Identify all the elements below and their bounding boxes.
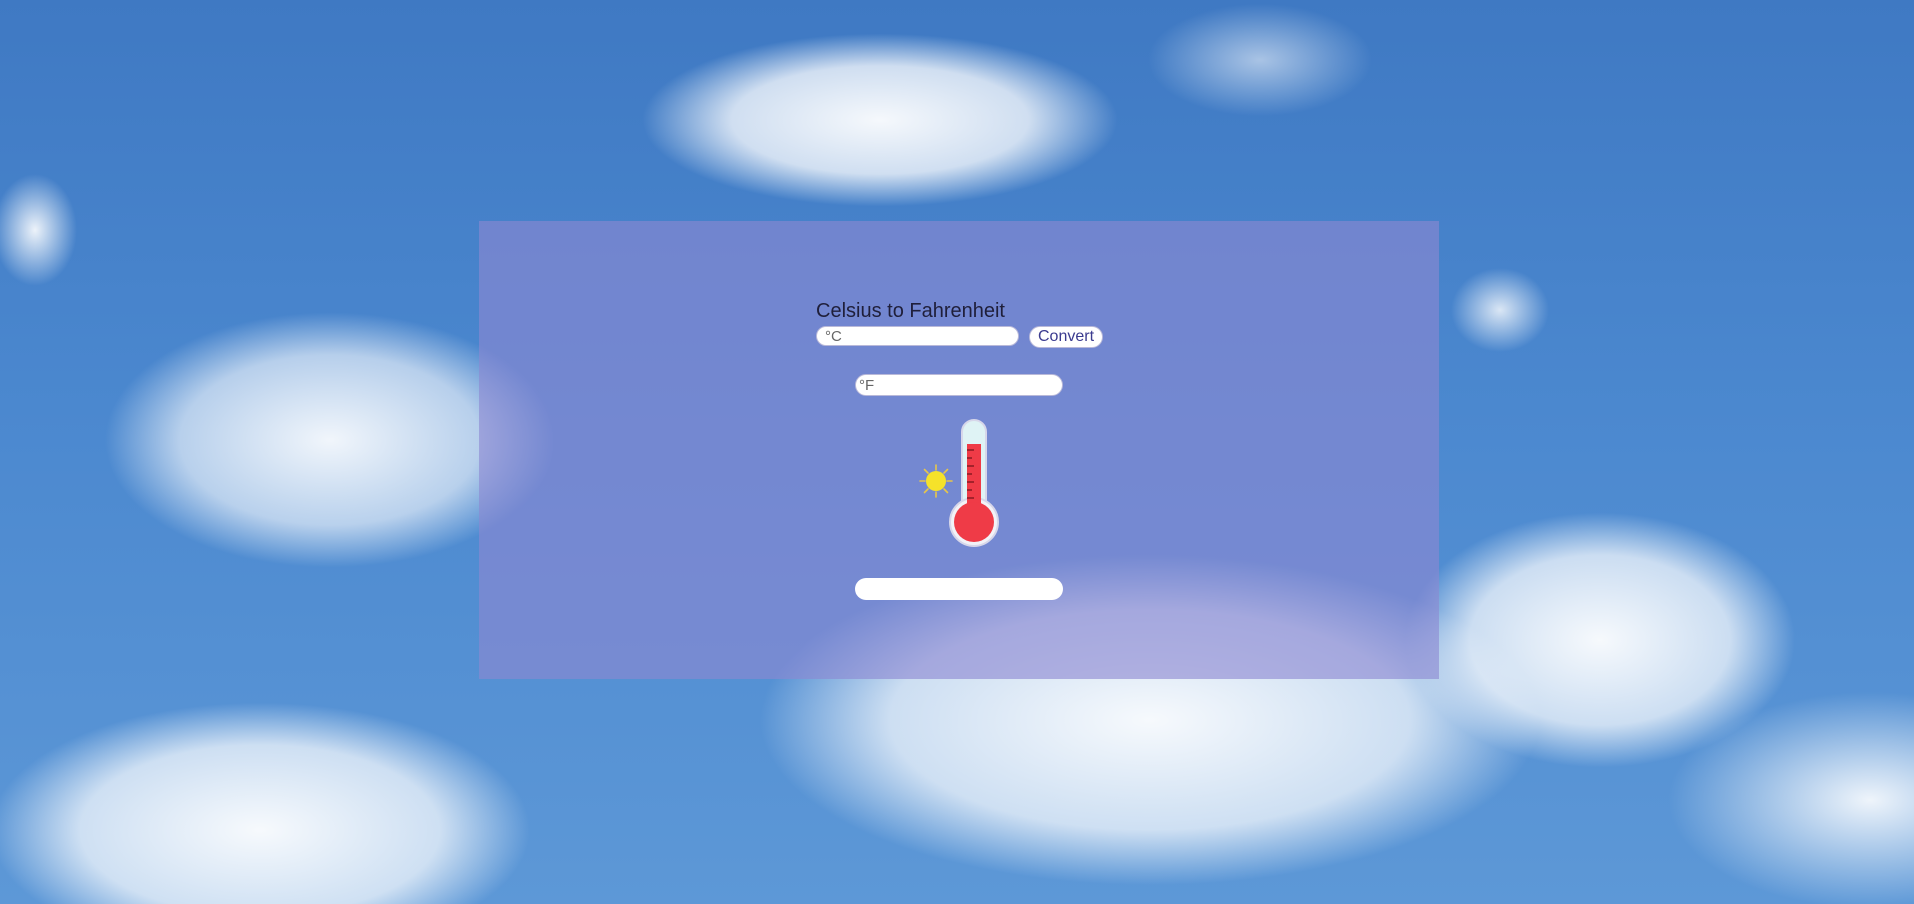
- celsius-input[interactable]: [816, 326, 1019, 346]
- page-title: Celsius to Fahrenheit: [816, 300, 1005, 322]
- sun-icon: [919, 464, 953, 498]
- fahrenheit-input[interactable]: [855, 374, 1063, 396]
- result-display: [855, 578, 1063, 600]
- weather-illustration: [916, 418, 1006, 553]
- thermometer-icon: [919, 419, 999, 547]
- convert-button[interactable]: Convert: [1029, 326, 1103, 348]
